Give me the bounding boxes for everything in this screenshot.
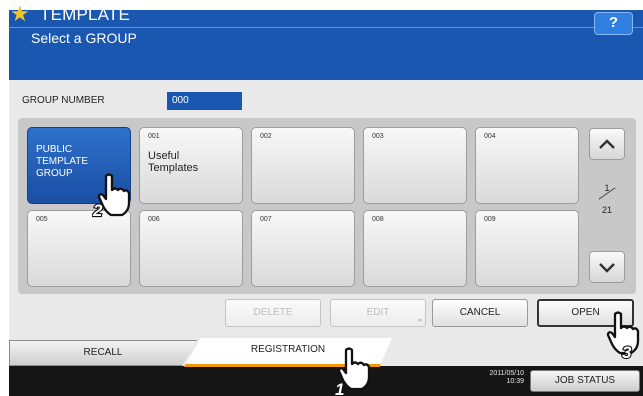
chevron-down-icon bbox=[599, 263, 615, 273]
edit-button-label: EDIT bbox=[366, 307, 390, 318]
tile-name: PUBLIC TEMPLATE GROUP bbox=[36, 144, 89, 179]
help-button[interactable]: ? bbox=[594, 12, 633, 35]
group-tile-008[interactable]: 008 bbox=[363, 210, 467, 287]
group-tile-003[interactable]: 003 bbox=[363, 127, 467, 204]
date-time: 2011/05/10 10:39 bbox=[484, 370, 524, 386]
header-divider bbox=[9, 27, 643, 28]
tab-registration-label: REGISTRATION bbox=[250, 344, 326, 355]
group-tile-002[interactable]: 002 bbox=[251, 127, 355, 204]
callout-number: 1 bbox=[335, 380, 344, 396]
tile-name: Useful Templates bbox=[148, 150, 199, 174]
group-number-label: GROUP NUMBER bbox=[22, 95, 105, 106]
page-up-button[interactable] bbox=[589, 128, 625, 160]
page-subtitle: Select a GROUP bbox=[31, 30, 137, 46]
group-number-field[interactable]: 000 bbox=[167, 92, 242, 110]
submenu-marker-icon: ▸ bbox=[418, 317, 422, 324]
group-tile-005[interactable]: 005 bbox=[27, 210, 131, 287]
group-tile-009[interactable]: 009 bbox=[475, 210, 579, 287]
tab-recall[interactable]: RECALL bbox=[9, 340, 197, 366]
delete-button[interactable]: DELETE bbox=[225, 299, 321, 327]
page-down-button[interactable] bbox=[589, 251, 625, 283]
star-icon: ★ bbox=[10, 1, 30, 26]
open-button-label: OPEN bbox=[571, 307, 600, 318]
current-time: 10:39 bbox=[506, 378, 524, 385]
tile-number: 003 bbox=[372, 133, 384, 140]
tile-number: 008 bbox=[372, 216, 384, 223]
chevron-up-icon bbox=[599, 139, 615, 149]
group-tile-006[interactable]: 006 bbox=[139, 210, 243, 287]
callout-number: 3 bbox=[622, 343, 632, 360]
cancel-button[interactable]: CANCEL bbox=[432, 299, 528, 327]
tile-number: 005 bbox=[36, 216, 48, 223]
group-tile-001[interactable]: 001 Useful Templates bbox=[139, 127, 243, 204]
pointing-hand-icon: 1 bbox=[334, 347, 371, 396]
pointing-hand-icon: 3 bbox=[606, 311, 640, 360]
group-tile-004[interactable]: 004 bbox=[475, 127, 579, 204]
pointing-hand-icon: 2 bbox=[92, 173, 131, 220]
group-tile-007[interactable]: 007 bbox=[251, 210, 355, 287]
template-screen: ★ TEMPLATE Select a GROUP ? GROUP NUMBER… bbox=[0, 0, 643, 396]
job-status-label: JOB STATUS bbox=[554, 375, 616, 386]
tile-number: 007 bbox=[260, 216, 272, 223]
tab-recall-label: RECALL bbox=[83, 347, 123, 358]
tile-number: 009 bbox=[484, 216, 496, 223]
tile-number: 004 bbox=[484, 133, 496, 140]
job-status-button[interactable]: JOB STATUS bbox=[530, 370, 640, 392]
tile-number: 002 bbox=[260, 133, 272, 140]
tile-number: 006 bbox=[148, 216, 160, 223]
tile-number: 001 bbox=[148, 133, 160, 140]
delete-button-label: DELETE bbox=[253, 307, 293, 318]
callout-number: 2 bbox=[92, 201, 103, 220]
page-total: 21 bbox=[601, 205, 612, 215]
current-date: 2011/05/10 bbox=[489, 370, 524, 377]
edit-button[interactable]: EDIT ▸ bbox=[330, 299, 426, 327]
cancel-button-label: CANCEL bbox=[459, 307, 501, 318]
page-title: TEMPLATE bbox=[40, 5, 131, 24]
